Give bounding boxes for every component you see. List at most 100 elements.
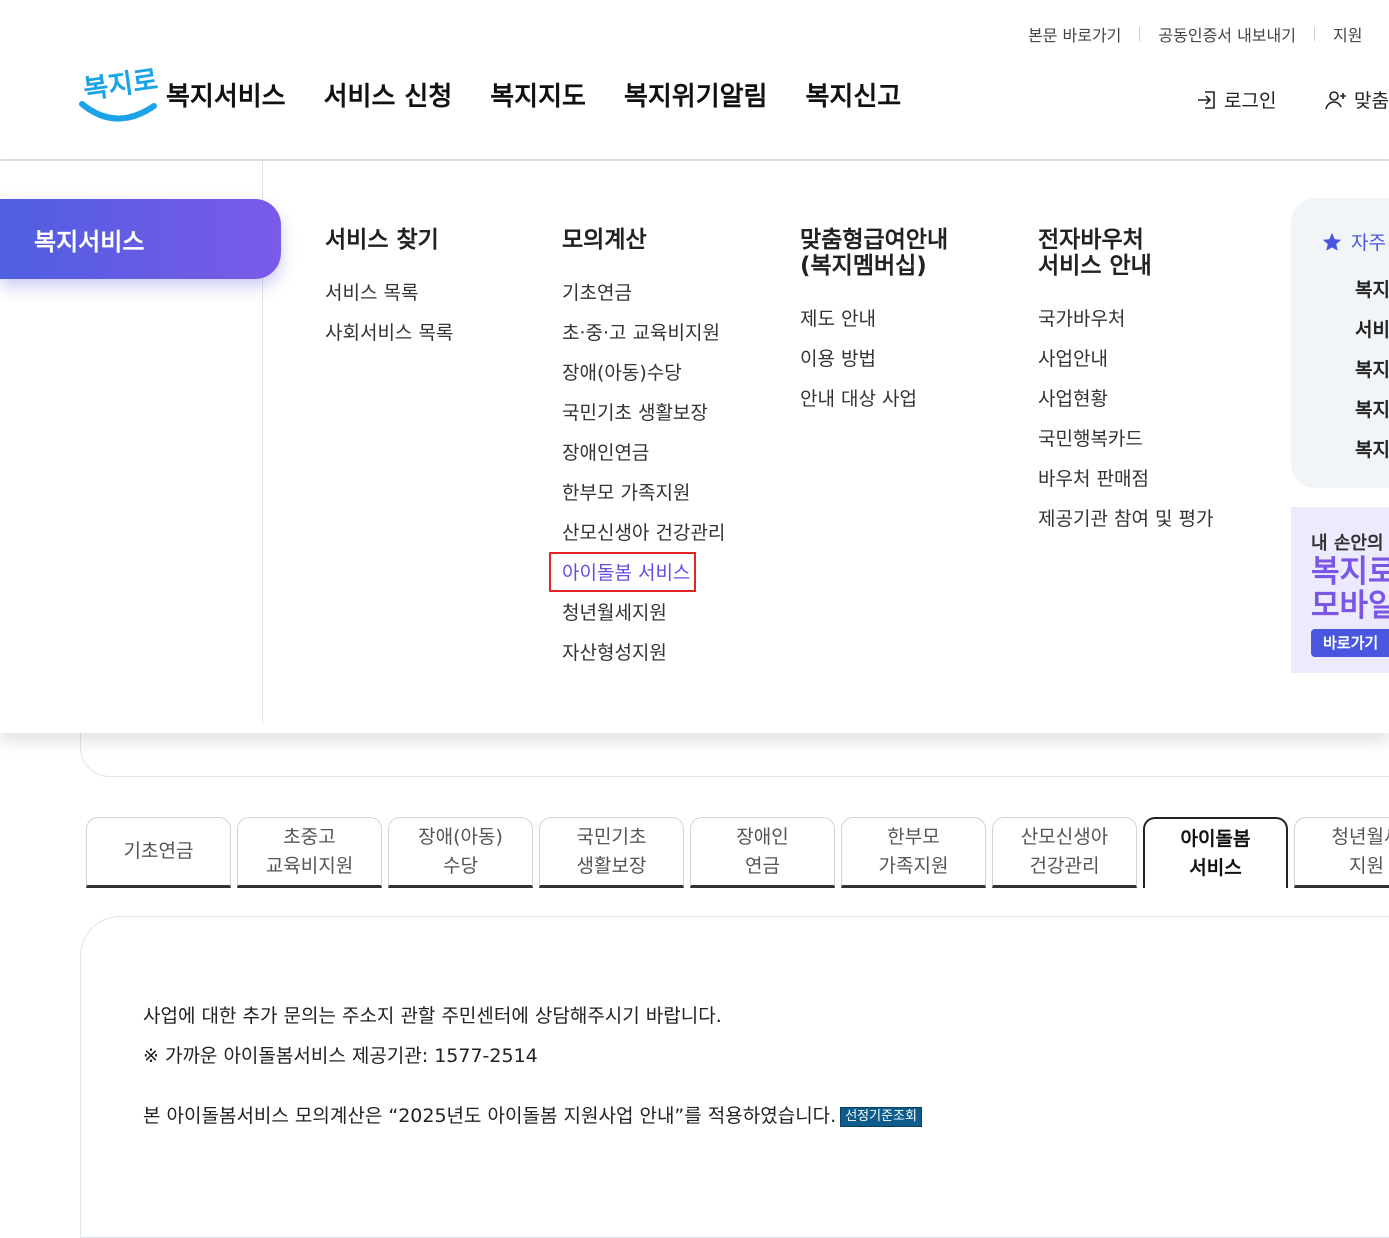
menu-column-title: 맞춤형급여안내 (복지멤버십): [800, 227, 948, 279]
tab-basic-livelihood[interactable]: 국민기초생활보장: [539, 817, 684, 888]
tab-maternal-newborn[interactable]: 산모신생아건강관리: [992, 817, 1137, 888]
tab-label: 연금: [745, 854, 780, 877]
tab-label: 건강관리: [1029, 854, 1100, 877]
tab-disability-pension[interactable]: 장애인연금: [690, 817, 835, 888]
menu-item-program-info[interactable]: 사업안내: [1038, 339, 1213, 379]
favorite-item[interactable]: 복지: [1355, 350, 1389, 390]
tab-label: 생활보장: [576, 854, 647, 877]
divider: [1313, 27, 1315, 41]
gnb-welfare-report[interactable]: 복지신고: [805, 76, 901, 113]
mobile-app-banner[interactable]: 내 손안의 복 복지로 모바일 바로가기: [1291, 507, 1389, 673]
favorite-item[interactable]: 복지: [1355, 430, 1389, 470]
join-label: 맞춤: [1354, 90, 1389, 112]
menu-item-program-status[interactable]: 사업현황: [1038, 379, 1213, 419]
tab-label: 청년월세: [1331, 825, 1389, 848]
banner-go-button[interactable]: 바로가기: [1311, 629, 1389, 657]
favorites-title: 자주: [1321, 228, 1386, 255]
mega-menu: 복지서비스 서비스 찾기 서비스 목록 사회서비스 목록 모의계산 기초연금 초…: [0, 161, 1389, 733]
menu-item-basic-livelihood[interactable]: 국민기초 생활보장: [562, 393, 725, 433]
menu-item-national-voucher[interactable]: 국가바우처: [1038, 299, 1213, 339]
tab-disabled-child[interactable]: 장애(아동) 수당: [388, 817, 533, 888]
menu-item-basic-pension[interactable]: 기초연금: [562, 273, 725, 313]
banner-title: 모바일: [1311, 588, 1389, 624]
menu-item-target-programs[interactable]: 안내 대상 사업: [800, 379, 948, 419]
menu-item-service-list[interactable]: 서비스 목록: [325, 273, 453, 313]
menu-item-how-to-use[interactable]: 이용 방법: [800, 339, 948, 379]
menu-item-youth-rent[interactable]: 청년월세지원: [562, 593, 725, 633]
selection-criteria-button[interactable]: 선정기준조회: [840, 1107, 922, 1127]
gnb-welfare-map[interactable]: 복지지도: [490, 76, 586, 113]
tab-label: 장애인: [736, 825, 789, 848]
favorite-item[interactable]: 복지: [1355, 270, 1389, 310]
menu-item-child-care[interactable]: 아이돌봄 서비스: [549, 552, 725, 593]
menu-column-voucher: 전자바우처 서비스 안내 국가바우처 사업안내 사업현황 국민행복카드 바우처 …: [1038, 227, 1213, 539]
tab-label: 지원: [1349, 854, 1384, 877]
menu-column-title: 모의계산: [562, 227, 647, 253]
title-line: 전자바우처: [1038, 227, 1144, 253]
menu-item-maternal-newborn[interactable]: 산모신생아 건강관리: [562, 513, 725, 553]
divider: [1139, 27, 1141, 41]
tab-label: 장애(아동): [418, 825, 503, 848]
utility-bar: 본문 바로가기 공동인증서 내보내기 지원: [1028, 22, 1362, 46]
tab-basic-pension[interactable]: 기초연금: [86, 817, 231, 888]
favorite-item[interactable]: 복지: [1355, 390, 1389, 430]
menu-item-disabled-child-allowance[interactable]: 장애(아동)수당: [562, 353, 725, 393]
login-button[interactable]: 로그인: [1196, 86, 1276, 113]
banner-caption: 내 손안의 복: [1311, 533, 1389, 554]
tab-label: 한부모: [887, 825, 940, 848]
gnb-crisis-alert[interactable]: 복지위기알림: [624, 76, 768, 113]
skip-to-content-link[interactable]: 본문 바로가기: [1028, 22, 1121, 46]
menu-item-voucher-store[interactable]: 바우처 판매점: [1038, 459, 1213, 499]
tab-label: 수당: [443, 854, 478, 877]
mega-menu-section-title[interactable]: 복지서비스: [0, 199, 281, 279]
tab-label: 기초연금: [123, 840, 194, 862]
tab-label: 서비스: [1189, 856, 1242, 879]
menu-column-membership: 맞춤형급여안내 (복지멤버십) 제도 안내 이용 방법 안내 대상 사업: [800, 227, 948, 419]
title-line: 맞춤형급여안내: [800, 227, 949, 253]
global-nav: 복지서비스 서비스 신청 복지지도 복지위기알림 복지신고: [166, 76, 901, 113]
title-line: 서비스 안내: [1038, 253, 1152, 279]
favorite-item[interactable]: 서비: [1355, 310, 1389, 350]
tab-label: 국민기초: [576, 825, 647, 848]
support-link[interactable]: 지원: [1333, 22, 1362, 46]
favorites-panel: 자주 복지 서비 복지 복지 복지: [1291, 198, 1389, 488]
bokjiro-logo[interactable]: 복지로: [78, 60, 160, 126]
tab-label: 초중고: [283, 825, 336, 848]
menu-item-education-support[interactable]: 초·중·고 교육비지원: [562, 313, 725, 353]
guideline-text: 본 아이돌봄서비스 모의계산은 “2025년도 아이돌봄 지원사업 안내”를 적…: [143, 1105, 837, 1127]
favorites-title-label: 자주: [1351, 232, 1386, 254]
menu-item-asset-building[interactable]: 자산형성지원: [562, 633, 725, 673]
menu-item-happiness-card[interactable]: 국민행복카드: [1038, 419, 1213, 459]
menu-column-title: 전자바우처 서비스 안내: [1038, 227, 1213, 279]
tab-label: 가족지원: [878, 854, 949, 877]
info-card: 사업에 대한 추가 문의는 주소지 관할 주민센터에 상담해주시기 바랍니다. …: [80, 916, 1389, 1238]
tab-label: 아이돌봄: [1180, 827, 1251, 850]
menu-item-social-service-list[interactable]: 사회서비스 목록: [325, 313, 453, 353]
banner-title: 복지로: [1311, 554, 1389, 590]
certificate-export-link[interactable]: 공동인증서 내보내기: [1158, 22, 1296, 46]
title-line: (복지멤버십): [800, 253, 927, 279]
applied-guideline-notice: 본 아이돌봄서비스 모의계산은 “2025년도 아이돌봄 지원사업 안내”를 적…: [143, 1101, 922, 1128]
logo-text: 복지로: [82, 65, 158, 106]
inquiry-notice: 사업에 대한 추가 문의는 주소지 관할 주민센터에 상담해주시기 바랍니다.: [143, 1005, 722, 1027]
join-button[interactable]: 맞춤: [1324, 86, 1389, 113]
login-icon: [1198, 90, 1215, 109]
login-label: 로그인: [1224, 90, 1277, 112]
menu-item-provider-eval[interactable]: 제공기관 참여 및 평가: [1038, 499, 1213, 539]
gnb-service-apply[interactable]: 서비스 신청: [324, 76, 453, 113]
tab-label: 교육비지원: [265, 854, 354, 877]
menu-item-system-guide[interactable]: 제도 안내: [800, 299, 948, 339]
tab-child-care[interactable]: 아이돌봄서비스: [1143, 817, 1288, 888]
menu-column-title: 서비스 찾기: [325, 227, 439, 253]
tab-youth-rent[interactable]: 청년월세지원: [1294, 817, 1389, 888]
provider-phone-notice: ※ 가까운 아이돌봄서비스 제공기관: 1577-2514: [143, 1045, 538, 1067]
menu-column-service-find: 서비스 찾기 서비스 목록 사회서비스 목록: [325, 227, 453, 353]
menu-item-disability-pension[interactable]: 장애인연금: [562, 433, 725, 473]
menu-item-single-parent[interactable]: 한부모 가족지원: [562, 473, 725, 513]
tab-label: 산모신생아: [1020, 825, 1109, 848]
star-icon: [1322, 232, 1342, 251]
tab-single-parent[interactable]: 한부모가족지원: [841, 817, 986, 888]
tab-education[interactable]: 초중고교육비지원: [237, 817, 382, 888]
user-add-icon: [1325, 90, 1346, 109]
gnb-welfare-service[interactable]: 복지서비스: [166, 76, 286, 113]
